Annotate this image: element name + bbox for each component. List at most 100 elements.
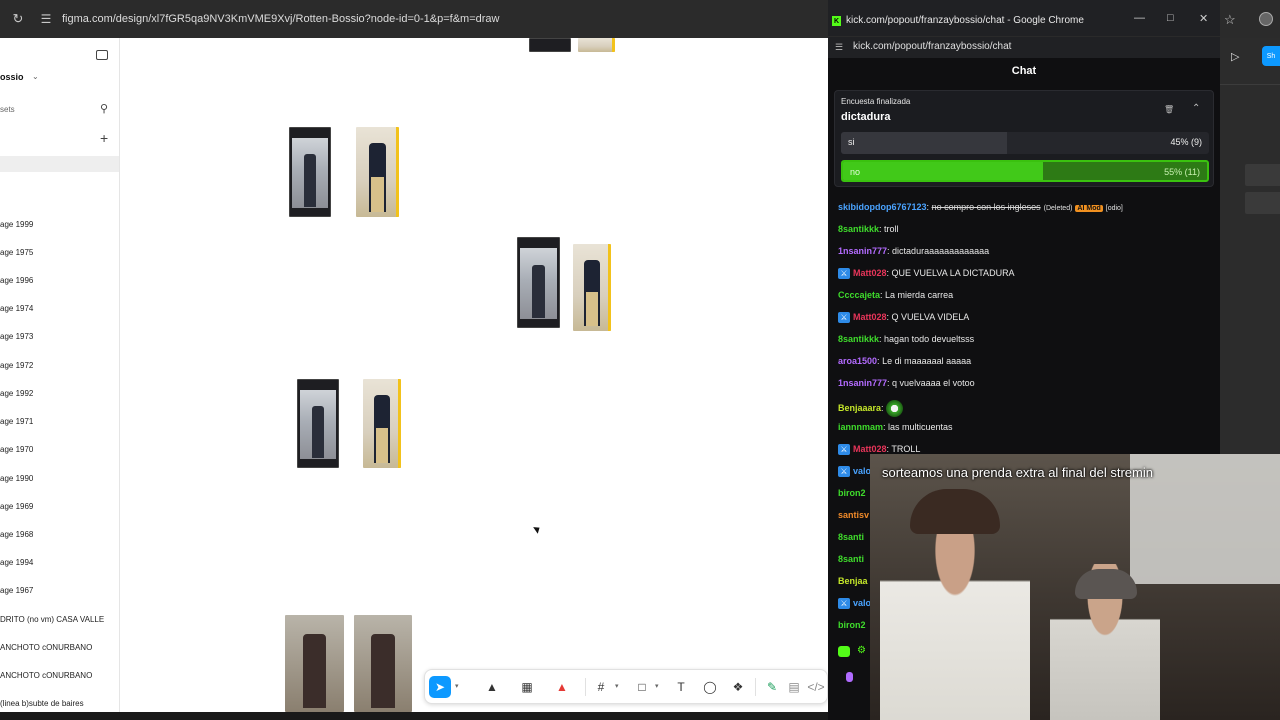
figma-right-panel	[1220, 38, 1280, 454]
chat-text: Le di maaaaaal aaaaa	[882, 356, 972, 366]
page-item[interactable]: (linea b)subte de baires	[0, 699, 84, 708]
page-item[interactable]: age 1994	[0, 558, 33, 567]
assets-tab[interactable]: sets	[0, 105, 15, 114]
code-icon[interactable]: </>	[805, 676, 827, 698]
draw-mode-icon[interactable]: ✎	[761, 676, 783, 698]
moderator-badge-icon: ⚔	[838, 268, 850, 280]
chat-username[interactable]: valo	[853, 598, 871, 608]
chat-username[interactable]: 8santikkk	[838, 334, 879, 344]
reload-icon[interactable]: ↻	[10, 11, 26, 27]
bookmark-star-icon[interactable]: ☆	[1224, 12, 1236, 28]
chat-username[interactable]: aroa1500	[838, 356, 877, 366]
close-icon[interactable]: ✕	[1199, 12, 1208, 25]
image-thumbnail[interactable]	[285, 615, 344, 712]
page-item[interactable]: age 1967	[0, 586, 33, 595]
page-item[interactable]: age 1990	[0, 474, 33, 483]
chat-username[interactable]: skibidopdop6767123	[838, 202, 927, 212]
figma-canvas[interactable]	[121, 38, 828, 712]
chevron-down-icon[interactable]: ⌄	[32, 72, 39, 81]
move-tool-icon[interactable]: ➤	[429, 676, 451, 698]
chat-username[interactable]: iannnmam	[838, 422, 883, 432]
text-tool-icon[interactable]: T	[670, 676, 692, 698]
chat-username[interactable]: 1nsanin777	[838, 246, 887, 256]
trash-icon[interactable]: 🗑	[1164, 105, 1174, 114]
present-play-icon[interactable]: ▷	[1231, 50, 1239, 63]
page-item[interactable]: age 1971	[0, 417, 33, 426]
chat-username[interactable]: Benjaa	[838, 576, 868, 586]
chat-username[interactable]: 8santi	[838, 554, 864, 564]
maximize-icon[interactable]: □	[1167, 12, 1174, 24]
page-item[interactable]: age 1972	[0, 361, 33, 370]
shape-tool-icon[interactable]: □	[631, 676, 653, 698]
chat-username[interactable]: 8santikkk	[838, 224, 879, 234]
voice-icon[interactable]	[846, 672, 853, 682]
image-thumbnail[interactable]	[578, 38, 615, 52]
chat-username[interactable]: 1nsanin777	[838, 378, 887, 388]
image-thumbnail[interactable]	[289, 127, 331, 217]
page-item[interactable]: age 1974	[0, 304, 33, 313]
chat-username[interactable]: Benjaaara	[838, 403, 881, 413]
marker-tool-icon[interactable]: ▲	[551, 676, 573, 698]
chat-username[interactable]: biron2	[838, 620, 866, 630]
share-button[interactable]: Sh	[1262, 46, 1280, 66]
poll-option-no: no 55% (11)	[841, 160, 1209, 182]
components-tool-icon[interactable]: ❖	[727, 676, 749, 698]
page-item[interactable]: age 1996	[0, 276, 33, 285]
ai-mod-badge: AI Mod	[1075, 205, 1103, 212]
page-item[interactable]: age 1973	[0, 332, 33, 341]
panel-field[interactable]	[1245, 192, 1280, 214]
image-thumbnail[interactable]	[363, 379, 401, 468]
chat-username[interactable]: biron2	[838, 488, 866, 498]
image-thumbnail[interactable]	[354, 615, 412, 712]
selected-page-row[interactable]	[0, 156, 119, 172]
page-item[interactable]: age 1970	[0, 445, 33, 454]
chevron-down-icon[interactable]: ▾	[455, 682, 459, 690]
page-item[interactable]: age 1992	[0, 389, 33, 398]
address-bar[interactable]: figma.com/design/xl7fGR5qa9NV3KmVME9Xvj/…	[62, 13, 499, 25]
image-thumbnail[interactable]	[529, 38, 571, 52]
page-item[interactable]: age 1975	[0, 248, 33, 257]
page-item[interactable]: age 1969	[0, 502, 33, 511]
image-thumbnail[interactable]	[573, 244, 611, 331]
emote-picker-icon[interactable]	[838, 646, 850, 657]
chat-username[interactable]: valo	[853, 466, 871, 476]
profile-avatar[interactable]	[1259, 12, 1273, 26]
dev-mode-icon[interactable]: ▤	[783, 676, 805, 698]
chevron-down-icon[interactable]: ▾	[615, 682, 619, 690]
site-settings-icon[interactable]: ☰	[38, 11, 54, 27]
search-icon[interactable]: ⚲	[100, 102, 108, 115]
chat-settings-icon[interactable]: ⚙	[857, 645, 866, 656]
add-page-icon[interactable]: +	[100, 130, 108, 146]
image-thumbnail[interactable]	[517, 237, 560, 328]
page-item[interactable]: age 1968	[0, 530, 33, 539]
page-item[interactable]: age 1999	[0, 220, 33, 229]
chat-message: Benjaa	[838, 576, 868, 586]
chat-username[interactable]: Matt028	[853, 268, 887, 278]
chevron-down-icon[interactable]: ▾	[655, 682, 659, 690]
minimize-icon[interactable]: —	[1134, 12, 1145, 24]
chat-message: biron2	[838, 488, 866, 498]
chat-username[interactable]: Matt028	[853, 444, 887, 454]
popout-url[interactable]: kick.com/popout/franzaybossio/chat	[853, 41, 1011, 52]
panel-field[interactable]	[1245, 164, 1280, 186]
emote-icon	[886, 400, 904, 417]
file-name[interactable]: ossio	[0, 72, 24, 82]
chat-username[interactable]: Ccccajeta	[838, 290, 880, 300]
page-item[interactable]: DRITO (no vm) CASA VALLE	[0, 615, 104, 624]
chat-username[interactable]: Matt028	[853, 312, 887, 322]
pen-tool-icon[interactable]: ▲	[481, 676, 503, 698]
chat-message: ⚔ Matt028: Q VUELVA VIDELA	[838, 312, 969, 324]
chat-message: 8santi	[838, 532, 864, 542]
image-thumbnail[interactable]	[356, 127, 399, 217]
chat-username[interactable]: santisv	[838, 510, 869, 520]
comment-tool-icon[interactable]: ◯	[699, 676, 721, 698]
bucket-tool-icon[interactable]: ▦	[516, 676, 538, 698]
chat-username[interactable]: 8santi	[838, 532, 864, 542]
frame-tool-icon[interactable]: #	[590, 676, 612, 698]
sidebar-toggle-icon[interactable]	[96, 50, 108, 60]
page-item[interactable]: ANCHOTO cONURBANO	[0, 671, 92, 680]
chevron-up-icon[interactable]: ⌃	[1192, 103, 1200, 114]
image-thumbnail[interactable]	[297, 379, 339, 468]
page-item[interactable]: ANCHOTO cONURBANO	[0, 643, 92, 652]
site-settings-icon[interactable]: ☰	[835, 42, 843, 53]
